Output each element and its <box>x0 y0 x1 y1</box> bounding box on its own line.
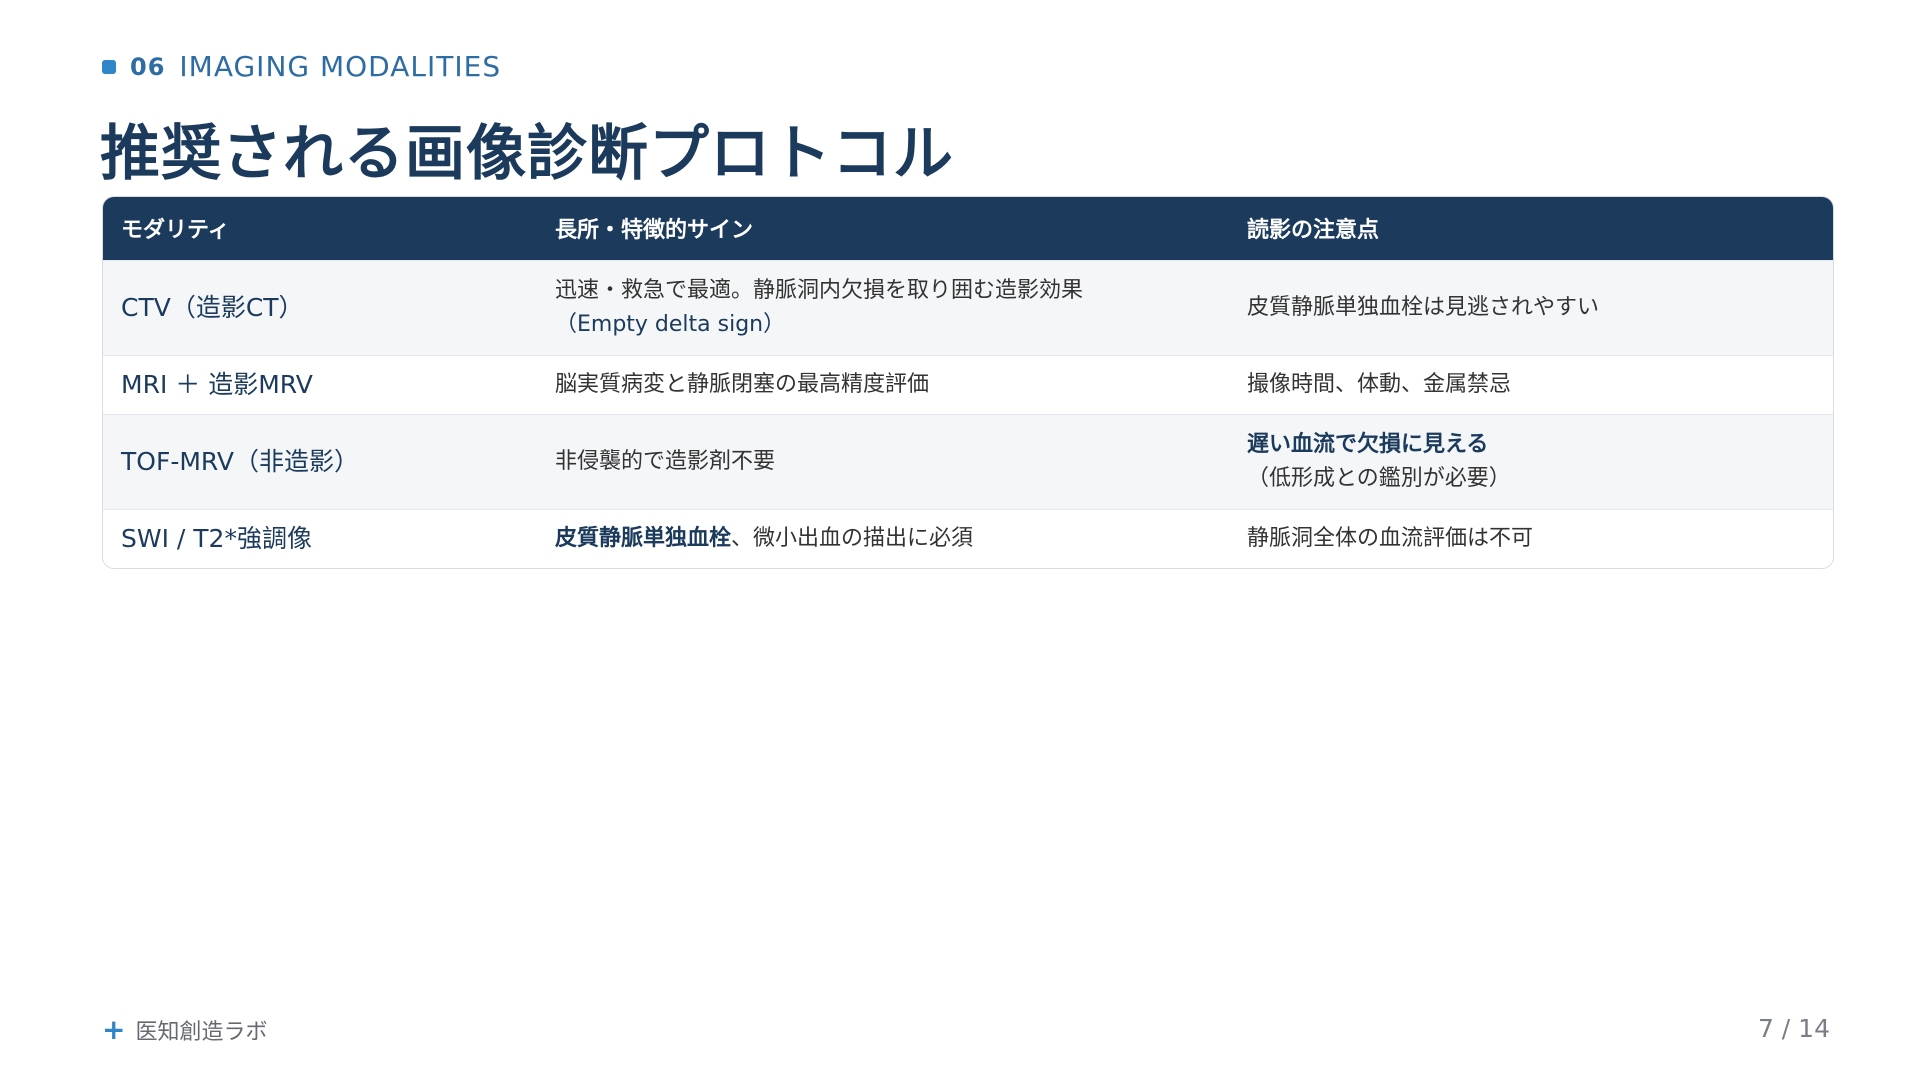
strength-text: 迅速・救急で最適。静脈洞内欠損を取り囲む造影効果 <box>555 277 1084 303</box>
strength-highlight: 皮質静脈単独血栓 <box>555 525 732 551</box>
plus-icon: + <box>102 1013 126 1046</box>
strength-cell: 脳実質病変と静脈閉塞の最高精度評価 <box>537 354 1229 414</box>
table-header-row: モダリティ 長所・特徴的サイン 読影の注意点 <box>103 197 1833 260</box>
header-cautions: 読影の注意点 <box>1247 218 1380 244</box>
caution-cell: 静脈洞全体の血流評価は不可 <box>1229 508 1833 568</box>
caution-highlight: 遅い血流で欠損に見える <box>1247 431 1489 457</box>
section-marker-icon <box>102 59 116 74</box>
strength-cell: 非侵襲的で造影剤不要 <box>537 413 1229 509</box>
caution-note: （低形成との鑑別が必要） <box>1247 465 1511 491</box>
modality-cell: TOF-MRV（非造影） <box>103 413 537 509</box>
strength-cell: 迅速・救急で最適。静脈洞内欠損を取り囲む造影効果 （Empty delta si… <box>537 259 1229 355</box>
page-title: 推奨される画像診断プロトコル <box>100 119 954 189</box>
table-row: MRI ＋ 造影MRV 脳実質病変と静脈閉塞の最高精度評価 撮像時間、体動、金属… <box>103 354 1833 414</box>
strength-sign: （Empty delta sign） <box>555 311 786 337</box>
modality-cell: MRI ＋ 造影MRV <box>103 354 537 414</box>
table-row: TOF-MRV（非造影） 非侵襲的で造影剤不要 遅い血流で欠損に見える （低形成… <box>103 413 1833 509</box>
table-row: CTV（造影CT） 迅速・救急で最適。静脈洞内欠損を取り囲む造影効果 （Empt… <box>103 259 1833 355</box>
header-modality: モダリティ <box>121 218 230 244</box>
table-row: SWI / T2*強調像 皮質静脈単独血栓、微小出血の描出に必須 静脈洞全体の血… <box>103 508 1833 568</box>
section-number: 06 <box>130 52 166 81</box>
footer-brand: + 医知創造ラボ <box>102 1014 267 1046</box>
section-label: 06 IMAGING MODALITIES <box>102 50 501 83</box>
strength-cell: 皮質静脈単独血栓、微小出血の描出に必須 <box>537 508 1229 568</box>
strength-rest: 、微小出血の描出に必須 <box>731 525 974 551</box>
modality-cell: SWI / T2*強調像 <box>103 508 537 568</box>
protocol-table: モダリティ 長所・特徴的サイン 読影の注意点 CTV（造影CT） 迅速・救急で最… <box>102 196 1834 569</box>
header-strengths: 長所・特徴的サイン <box>555 218 754 244</box>
caution-cell: 遅い血流で欠損に見える （低形成との鑑別が必要） <box>1229 413 1833 509</box>
caution-cell: 撮像時間、体動、金属禁忌 <box>1229 354 1833 414</box>
section-title: IMAGING MODALITIES <box>179 50 502 83</box>
slide: 06 IMAGING MODALITIES 推奨される画像診断プロトコル モダリ… <box>0 0 1920 1080</box>
modality-cell: CTV（造影CT） <box>103 259 537 355</box>
page-number: 7 / 14 <box>1757 1014 1830 1043</box>
caution-cell: 皮質静脈単独血栓は見逃されやすい <box>1229 259 1833 355</box>
brand-name: 医知創造ラボ <box>135 1020 268 1045</box>
